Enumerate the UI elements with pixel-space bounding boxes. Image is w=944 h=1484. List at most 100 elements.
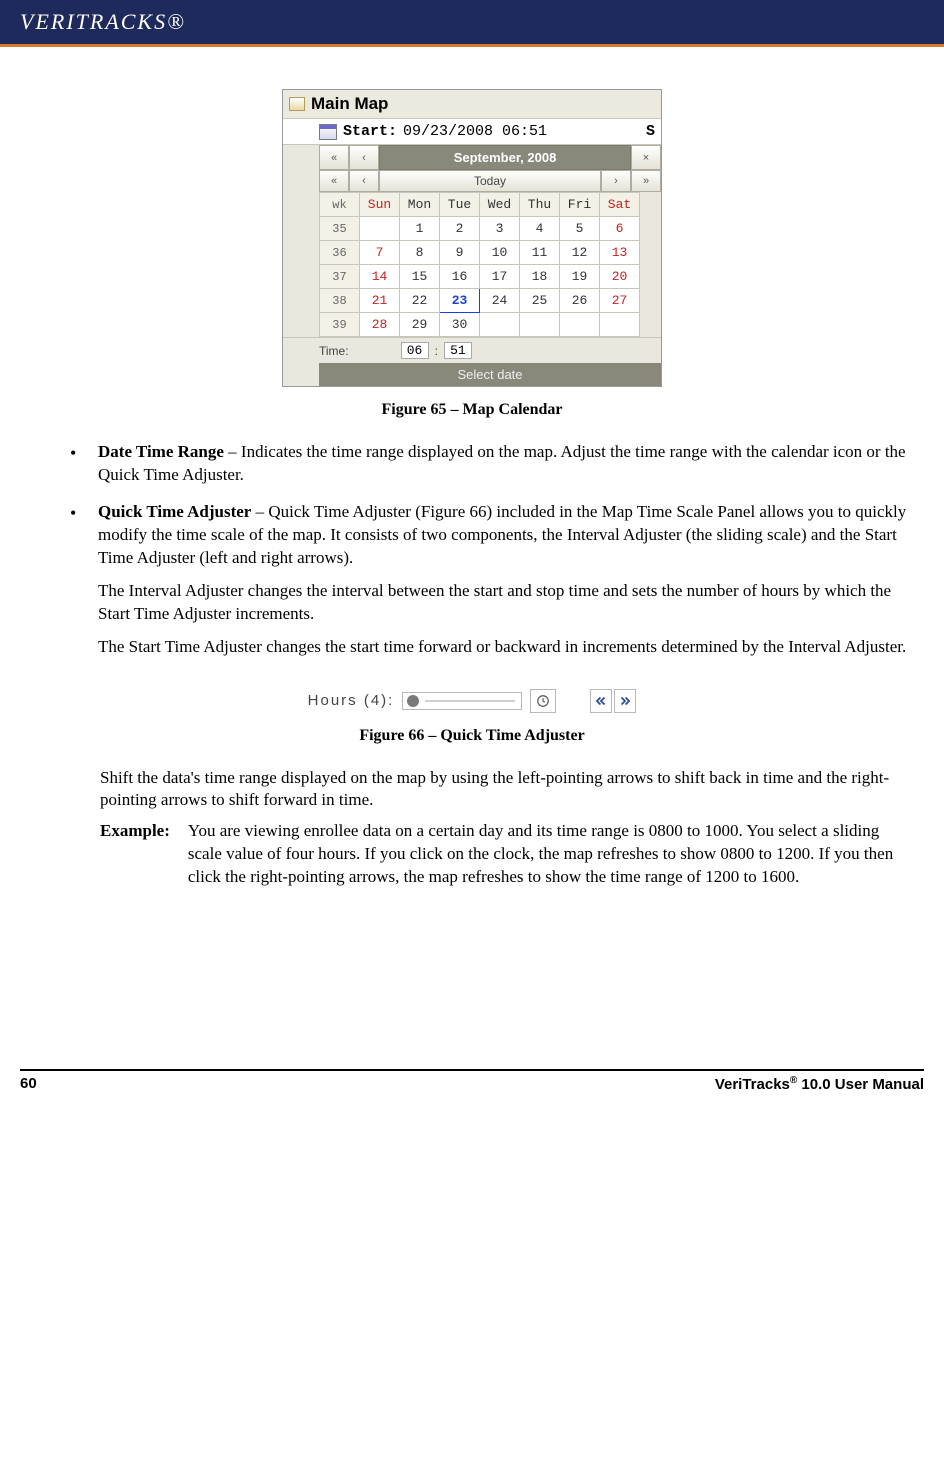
trailing-s: S <box>646 123 661 140</box>
clock-icon <box>536 694 550 708</box>
day-cell[interactable] <box>520 313 560 337</box>
bullet-list: Date Time Range – Indicates the time ran… <box>30 441 914 659</box>
day-cell[interactable]: 19 <box>560 265 600 289</box>
cal-row: 38 21 22 23 24 25 26 27 <box>320 289 640 313</box>
nav-last-button[interactable]: » <box>631 170 661 192</box>
nav-first2-button[interactable]: « <box>319 170 349 192</box>
day-cell[interactable]: 8 <box>400 241 440 265</box>
day-cell[interactable]: 3 <box>480 217 520 241</box>
slider-knob-icon <box>407 695 419 707</box>
day-cell[interactable]: 5 <box>560 217 600 241</box>
text-interval-adjuster: The Interval Adjuster changes the interv… <box>98 580 914 626</box>
text-start-time-adjuster: The Start Time Adjuster changes the star… <box>98 636 914 659</box>
interval-slider[interactable] <box>402 692 522 710</box>
day-cell[interactable]: 4 <box>520 217 560 241</box>
term-quick-time-adjuster: Quick Time Adjuster <box>98 502 251 521</box>
day-cell[interactable]: 26 <box>560 289 600 313</box>
page-header: VERITRACKS® <box>0 0 944 44</box>
cal-row: 39 28 29 30 <box>320 313 640 337</box>
calendar-icon[interactable] <box>319 124 337 140</box>
bullet-quick-time-adjuster: Quick Time Adjuster – Quick Time Adjuste… <box>70 501 914 659</box>
day-cell[interactable]: 14 <box>360 265 400 289</box>
day-cell[interactable]: 15 <box>400 265 440 289</box>
col-mon: Mon <box>400 193 440 217</box>
nav-prev2-button[interactable]: ‹ <box>349 170 379 192</box>
figure-65-caption: Figure 65 – Map Calendar <box>30 401 914 419</box>
calendar-grid: wk Sun Mon Tue Wed Thu Fri Sat 35 1 2 3 … <box>319 192 640 337</box>
select-date-button[interactable]: Select date <box>319 363 661 386</box>
day-cell[interactable]: 18 <box>520 265 560 289</box>
example-label: Example: <box>100 820 170 889</box>
bullet-date-time-range: Date Time Range – Indicates the time ran… <box>70 441 914 487</box>
col-thu: Thu <box>520 193 560 217</box>
day-cell[interactable]: 22 <box>400 289 440 313</box>
calendar-month-nav: « ‹ September, 2008 × <box>283 145 661 170</box>
window-title: Main Map <box>311 94 388 114</box>
wk-cell: 37 <box>320 265 360 289</box>
day-cell[interactable] <box>360 217 400 241</box>
day-cell-selected[interactable]: 23 <box>440 289 480 313</box>
today-button[interactable]: Today <box>379 170 601 192</box>
cal-row: 35 1 2 3 4 5 6 <box>320 217 640 241</box>
start-datetime-row: Start: 09/23/2008 06:51 S <box>283 119 661 145</box>
nav-close-button[interactable]: × <box>631 145 661 170</box>
time-label: Time: <box>319 344 349 358</box>
clock-button[interactable] <box>530 689 556 713</box>
wk-cell: 39 <box>320 313 360 337</box>
term-date-time-range: Date Time Range <box>98 442 224 461</box>
day-cell[interactable]: 11 <box>520 241 560 265</box>
day-cell[interactable]: 9 <box>440 241 480 265</box>
day-cell[interactable] <box>480 313 520 337</box>
brand-name: VERITRACKS® <box>20 9 186 35</box>
day-cell[interactable]: 13 <box>600 241 640 265</box>
day-cell[interactable]: 29 <box>400 313 440 337</box>
shift-back-button[interactable] <box>590 689 612 713</box>
day-cell[interactable]: 2 <box>440 217 480 241</box>
calendar-today-nav: « ‹ Today › » <box>283 170 661 192</box>
day-cell[interactable]: 7 <box>360 241 400 265</box>
col-tue: Tue <box>440 193 480 217</box>
time-sep: : <box>435 344 438 358</box>
day-cell[interactable]: 12 <box>560 241 600 265</box>
col-sun: Sun <box>360 193 400 217</box>
doc-title: VeriTracks® 10.0 User Manual <box>715 1075 924 1093</box>
window-title-bar: Main Map <box>283 90 661 119</box>
day-cell[interactable]: 25 <box>520 289 560 313</box>
nav-next-button[interactable]: › <box>601 170 631 192</box>
month-title[interactable]: September, 2008 <box>379 145 631 170</box>
day-cell[interactable]: 17 <box>480 265 520 289</box>
cal-row: 37 14 15 16 17 18 19 20 <box>320 265 640 289</box>
day-cell[interactable]: 10 <box>480 241 520 265</box>
day-cell[interactable]: 24 <box>480 289 520 313</box>
time-min-input[interactable] <box>444 342 472 359</box>
page-number: 60 <box>20 1075 37 1093</box>
cal-row: 36 7 8 9 10 11 12 13 <box>320 241 640 265</box>
time-hour-input[interactable] <box>401 342 429 359</box>
day-cell[interactable]: 16 <box>440 265 480 289</box>
map-calendar-widget: Main Map Start: 09/23/2008 06:51 S « ‹ S… <box>282 89 662 387</box>
map-window-icon <box>289 97 305 111</box>
day-cell[interactable]: 27 <box>600 289 640 313</box>
col-fri: Fri <box>560 193 600 217</box>
wk-cell: 36 <box>320 241 360 265</box>
col-sat: Sat <box>600 193 640 217</box>
figure-65: Main Map Start: 09/23/2008 06:51 S « ‹ S… <box>30 89 914 387</box>
day-cell[interactable]: 28 <box>360 313 400 337</box>
figure-66: Hours (4): <box>30 689 914 713</box>
start-value: 09/23/2008 06:51 <box>403 123 547 140</box>
nav-first-button[interactable]: « <box>319 145 349 170</box>
day-cell[interactable] <box>600 313 640 337</box>
day-cell[interactable] <box>560 313 600 337</box>
day-cell[interactable]: 6 <box>600 217 640 241</box>
day-cell[interactable]: 21 <box>360 289 400 313</box>
hours-label: Hours (4): <box>308 692 395 709</box>
col-wk: wk <box>320 193 360 217</box>
example-text: You are viewing enrollee data on a certa… <box>188 820 914 889</box>
nav-prev-button[interactable]: ‹ <box>349 145 379 170</box>
double-left-arrow-icon <box>594 694 608 708</box>
wk-cell: 38 <box>320 289 360 313</box>
day-cell[interactable]: 1 <box>400 217 440 241</box>
shift-forward-button[interactable] <box>614 689 636 713</box>
day-cell[interactable]: 20 <box>600 265 640 289</box>
day-cell[interactable]: 30 <box>440 313 480 337</box>
